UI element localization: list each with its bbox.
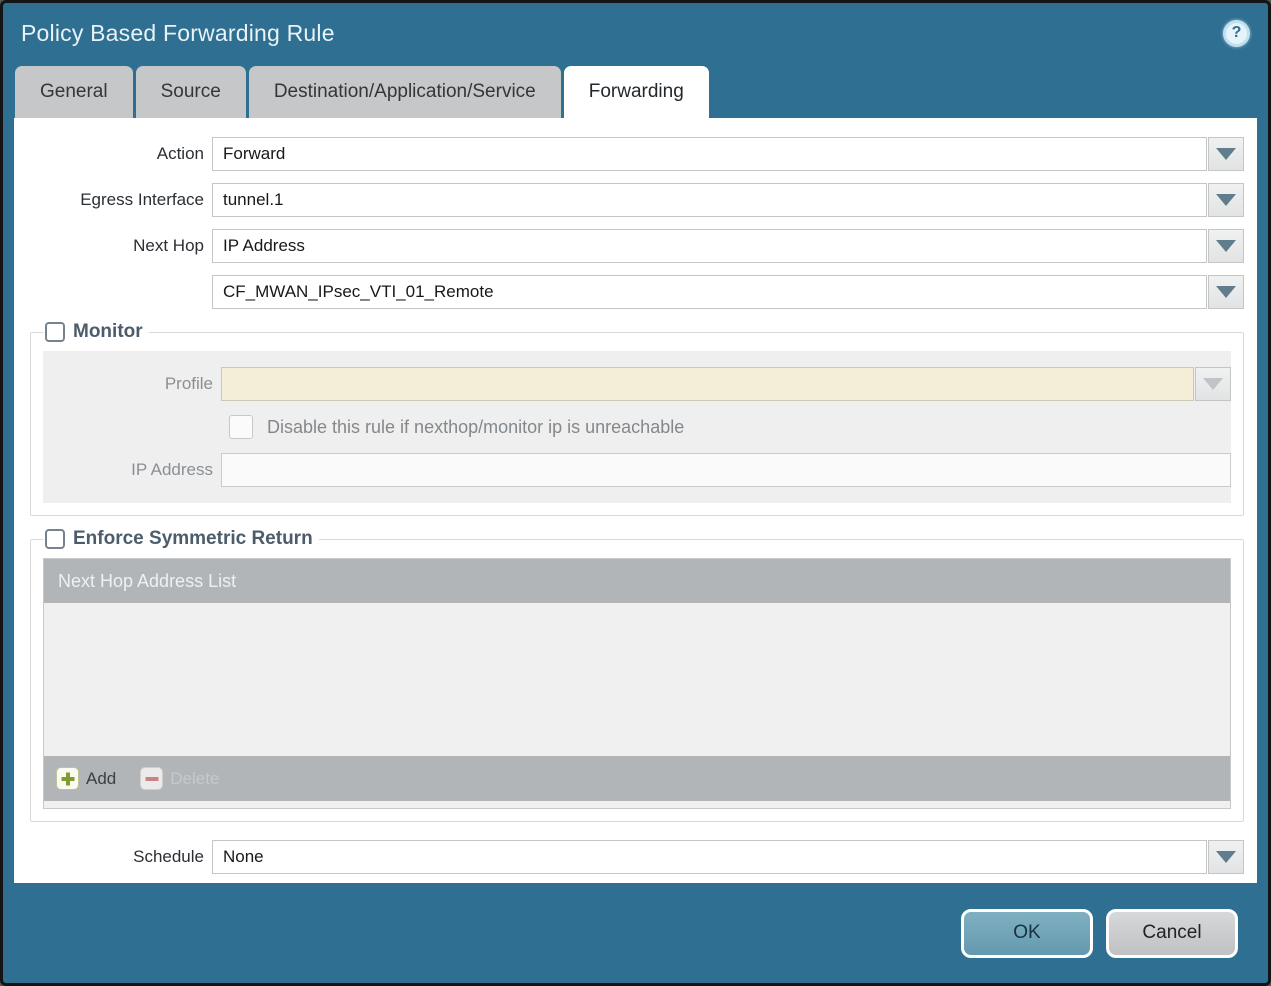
enforce-symmetric-return-fieldset: Enforce Symmetric Return Next Hop Addres… xyxy=(30,528,1244,822)
plus-icon xyxy=(56,767,79,790)
action-dropdown-button[interactable] xyxy=(1208,137,1244,171)
next-hop-address-list-toolbar: Add Delete xyxy=(44,756,1230,801)
next-hop-address-select[interactable]: CF_MWAN_IPsec_VTI_01_Remote xyxy=(212,275,1207,309)
delete-button-label: Delete xyxy=(170,768,220,788)
monitor-ip-address-input-disabled xyxy=(221,453,1231,487)
profile-row: Profile xyxy=(43,367,1231,401)
enforce-symmetric-return-legend: Enforce Symmetric Return xyxy=(43,528,319,550)
tab-bar: General Source Destination/Application/S… xyxy=(3,63,1268,118)
profile-select-disabled xyxy=(221,367,1194,401)
action-label: Action xyxy=(156,144,204,163)
action-row: Action Forward xyxy=(14,137,1244,171)
monitor-panel: Profile Disable this rule if nexthop/mon… xyxy=(43,351,1231,503)
monitor-legend-label: Monitor xyxy=(73,321,143,342)
next-hop-address-dropdown-button[interactable] xyxy=(1208,275,1244,309)
disable-rule-label: Disable this rule if nexthop/monitor ip … xyxy=(267,416,685,437)
next-hop-address-list-header[interactable]: Next Hop Address List xyxy=(44,559,1230,603)
help-icon[interactable]: ? xyxy=(1223,19,1250,47)
next-hop-label: Next Hop xyxy=(133,236,204,255)
next-hop-address-list-body[interactable] xyxy=(44,603,1230,756)
profile-label: Profile xyxy=(164,374,213,393)
next-hop-row: Next Hop IP Address xyxy=(14,229,1244,263)
chevron-down-icon xyxy=(1216,194,1236,206)
monitor-checkbox[interactable] xyxy=(45,322,65,342)
chevron-down-icon xyxy=(1216,240,1236,252)
minus-icon xyxy=(140,767,164,790)
egress-interface-row: Egress Interface tunnel.1 xyxy=(14,183,1244,217)
enforce-symmetric-return-checkbox[interactable] xyxy=(45,529,65,549)
chevron-down-icon xyxy=(1216,286,1236,298)
disable-rule-checkbox xyxy=(229,415,253,439)
tab-source[interactable]: Source xyxy=(135,66,246,118)
monitor-ip-address-row: IP Address xyxy=(43,453,1231,487)
tab-forwarding[interactable]: Forwarding xyxy=(563,66,709,118)
schedule-row: Schedule None xyxy=(14,840,1244,874)
chevron-down-icon xyxy=(1216,851,1236,863)
cancel-button[interactable]: Cancel xyxy=(1106,908,1238,958)
egress-interface-dropdown-button[interactable] xyxy=(1208,183,1244,217)
profile-dropdown-button-disabled xyxy=(1195,367,1231,401)
tab-general[interactable]: General xyxy=(15,66,133,118)
schedule-select[interactable]: None xyxy=(212,840,1207,874)
add-button-label: Add xyxy=(86,768,117,788)
next-hop-type-select[interactable]: IP Address xyxy=(212,229,1207,263)
egress-interface-select[interactable]: tunnel.1 xyxy=(212,183,1207,217)
titlebar: Policy Based Forwarding Rule ? xyxy=(3,3,1268,63)
monitor-legend: Monitor xyxy=(43,321,149,343)
chevron-down-icon xyxy=(1203,378,1223,390)
delete-button-disabled: Delete xyxy=(140,767,219,790)
egress-interface-label: Egress Interface xyxy=(80,190,204,209)
chevron-down-icon xyxy=(1216,148,1236,160)
schedule-label: Schedule xyxy=(133,847,204,866)
dialog-footer: OK Cancel xyxy=(3,883,1268,983)
action-select[interactable]: Forward xyxy=(212,137,1207,171)
next-hop-address-list-table: Next Hop Address List Add Delete xyxy=(43,558,1231,801)
monitor-ip-address-label: IP Address xyxy=(131,460,213,479)
dialog-title: Policy Based Forwarding Rule xyxy=(21,19,335,46)
monitor-fieldset: Monitor Profile Disable this rule if nex… xyxy=(30,321,1244,516)
disable-rule-row: Disable this rule if nexthop/monitor ip … xyxy=(229,415,1231,439)
ok-button[interactable]: OK xyxy=(961,908,1093,958)
tab-content-forwarding: Action Forward Egress Interface tunnel.1… xyxy=(14,118,1257,883)
next-hop-dropdown-button[interactable] xyxy=(1208,229,1244,263)
add-button[interactable]: Add xyxy=(56,767,116,790)
schedule-dropdown-button[interactable] xyxy=(1208,840,1244,874)
enforce-symmetric-return-legend-label: Enforce Symmetric Return xyxy=(73,528,313,549)
pbf-rule-dialog: Policy Based Forwarding Rule ? General S… xyxy=(0,0,1271,986)
tab-destination-application-service[interactable]: Destination/Application/Service xyxy=(248,66,561,118)
next-hop-address-row: CF_MWAN_IPsec_VTI_01_Remote xyxy=(14,275,1244,309)
table-bottom-strip xyxy=(43,801,1231,809)
